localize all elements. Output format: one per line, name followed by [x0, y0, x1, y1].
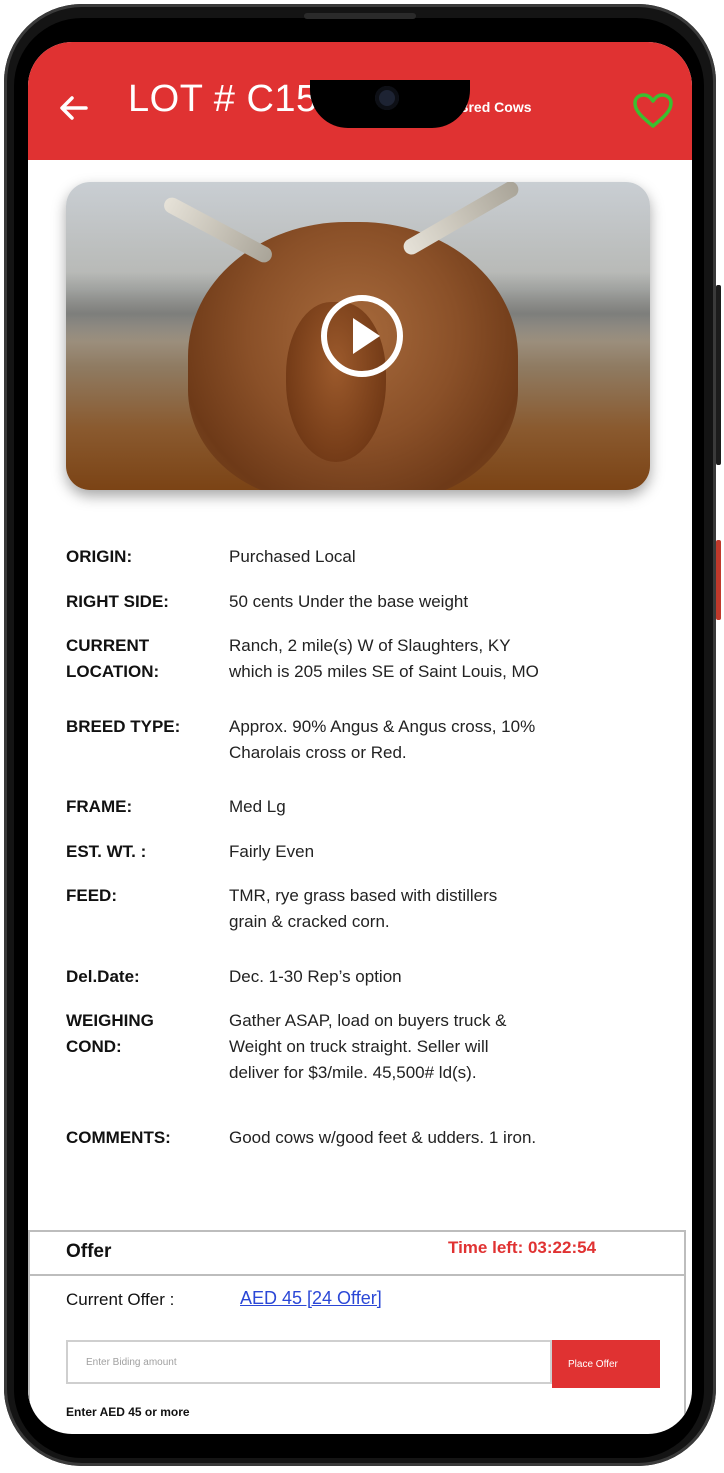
detail-label: BREED TYPE: — [66, 717, 181, 736]
detail-value: Med Lg — [229, 797, 286, 816]
detail-label: CURRENT LOCATION: — [66, 636, 160, 681]
horn-right — [400, 182, 522, 258]
detail-value: Dec. 1-30 Rep’s option — [229, 967, 402, 986]
offer-title: Offer — [66, 1241, 112, 1262]
detail-value: Purchased Local — [229, 547, 356, 566]
power-button — [716, 540, 721, 620]
detail-value: 50 cents Under the base weight — [229, 592, 469, 611]
detail-value: Gather ASAP, load on buyers truck & Weig… — [229, 1011, 507, 1082]
play-circle-icon[interactable] — [320, 294, 404, 378]
heart-outline-icon[interactable] — [632, 92, 674, 130]
lot-video-thumbnail[interactable] — [66, 182, 650, 490]
detail-label: ORIGIN: — [66, 547, 133, 566]
detail-value: Fairly Even — [229, 842, 315, 861]
detail-value: Good cows w/good feet & udders. 1 iron. — [229, 1128, 537, 1147]
detail-label: COMMENTS: — [66, 1128, 171, 1147]
bid-hint: Enter AED 45 or more — [66, 1405, 190, 1419]
speaker-grille — [304, 13, 416, 19]
detail-label: FEED: — [66, 886, 117, 905]
detail-label: RIGHT SIDE: — [66, 592, 169, 611]
time-left: Time left: 03:22:54 — [448, 1238, 597, 1257]
detail-value: TMR, rye grass based with distillers gra… — [229, 886, 498, 931]
current-offer-link[interactable]: AED 45 [24 Offer] — [240, 1288, 382, 1309]
screen: LOT # C1553 35, Male Bred Cows ORIGIN: P… — [28, 42, 692, 1434]
arrow-left-icon[interactable] — [56, 90, 92, 126]
detail-label: FRAME: — [66, 797, 133, 816]
front-camera — [375, 86, 399, 110]
place-offer-button[interactable]: Place Offer — [552, 1340, 660, 1388]
volume-button — [716, 285, 721, 465]
detail-value: Ranch, 2 mile(s) W of Slaughters, KY whi… — [229, 636, 539, 681]
detail-label: WEIGHING COND: — [66, 1011, 154, 1056]
detail-value: Approx. 90% Angus & Angus cross, 10% Cha… — [229, 717, 536, 762]
detail-label: Del.Date: — [66, 967, 140, 986]
current-offer-label: Current Offer : — [66, 1290, 175, 1309]
bid-amount-input[interactable] — [66, 1340, 552, 1384]
horn-left — [161, 194, 275, 266]
detail-label: EST. WT. : — [66, 842, 147, 861]
